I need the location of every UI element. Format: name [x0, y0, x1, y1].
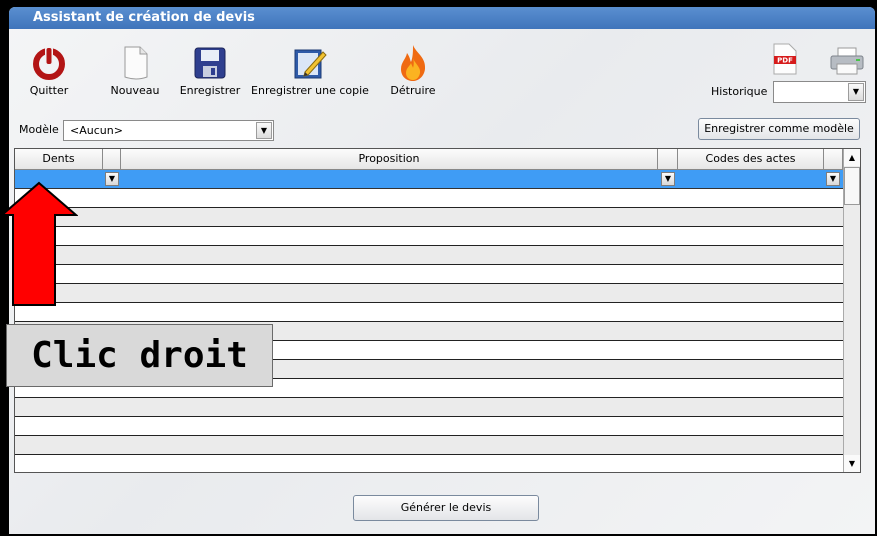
scroll-up-icon[interactable]: ▲ — [844, 149, 860, 166]
window-title: Assistant de création de devis — [9, 7, 875, 29]
column-header-spacer — [824, 149, 843, 169]
column-header-codes[interactable]: Codes des actes — [678, 149, 824, 169]
save-button[interactable]: Enregistrer — [179, 43, 241, 97]
floppy-disk-icon — [179, 43, 241, 83]
quit-button[interactable]: Quitter — [21, 43, 77, 97]
destroy-button[interactable]: Détruire — [385, 43, 441, 97]
model-value: <Aucun> — [70, 124, 123, 137]
table-row[interactable] — [15, 208, 843, 227]
power-icon — [21, 43, 77, 83]
chevron-down-icon[interactable]: ▼ — [848, 83, 864, 101]
model-select[interactable]: <Aucun> ▼ — [63, 120, 274, 141]
table-row[interactable] — [15, 265, 843, 284]
quote-wizard-window: Assistant de création de devis Quitter N… — [9, 7, 875, 534]
column-header-proposition[interactable]: Proposition — [121, 149, 658, 169]
table-row[interactable] — [15, 303, 843, 322]
generate-quote-button[interactable]: Générer le devis — [353, 495, 539, 521]
column-header-dents[interactable]: Dents — [15, 149, 103, 169]
table-row[interactable] — [15, 398, 843, 417]
table-row[interactable] — [15, 455, 843, 472]
svg-text:PDF: PDF — [777, 57, 793, 65]
save-copy-label: Enregistrer une copie — [251, 84, 369, 97]
right-click-callout: Clic droit — [6, 324, 273, 387]
chevron-down-icon[interactable]: ▼ — [105, 172, 119, 186]
save-copy-button[interactable]: Enregistrer une copie — [251, 43, 369, 97]
table-row[interactable] — [15, 284, 843, 303]
column-header-spacer — [658, 149, 678, 169]
vertical-scrollbar[interactable]: ▲ ▼ — [843, 149, 860, 472]
save-as-model-button[interactable]: Enregistrer comme modèle — [698, 118, 860, 140]
table-row[interactable] — [15, 189, 843, 208]
table-row[interactable] — [15, 417, 843, 436]
table-row[interactable] — [15, 436, 843, 455]
history-select[interactable]: ▼ — [773, 81, 866, 103]
quote-grid[interactable]: Dents Proposition Codes des actes ▼ ▼ ▼ … — [14, 148, 861, 473]
printer-icon[interactable] — [829, 47, 865, 79]
table-row[interactable] — [15, 227, 843, 246]
new-button[interactable]: Nouveau — [107, 43, 163, 97]
grid-header: Dents Proposition Codes des actes — [15, 149, 843, 170]
edit-document-icon — [251, 43, 369, 83]
column-header-spacer — [103, 149, 121, 169]
chevron-down-icon[interactable]: ▼ — [256, 122, 272, 139]
red-arrow-annotation — [0, 181, 78, 306]
fire-icon — [385, 43, 441, 83]
table-row[interactable] — [15, 246, 843, 265]
save-label: Enregistrer — [179, 84, 241, 97]
new-label: Nouveau — [110, 84, 160, 97]
scroll-thumb[interactable] — [844, 167, 860, 205]
quit-label: Quitter — [29, 84, 69, 97]
blank-page-icon — [107, 43, 163, 83]
destroy-label: Détruire — [390, 84, 436, 97]
scroll-down-icon[interactable]: ▼ — [844, 455, 860, 472]
chevron-down-icon[interactable]: ▼ — [826, 172, 840, 186]
model-label: Modèle — [19, 123, 59, 136]
chevron-down-icon[interactable]: ▼ — [661, 172, 675, 186]
history-label: Historique — [711, 85, 768, 98]
pdf-icon[interactable]: PDF — [772, 43, 798, 79]
table-row-selected[interactable]: ▼ ▼ ▼ — [15, 170, 843, 189]
